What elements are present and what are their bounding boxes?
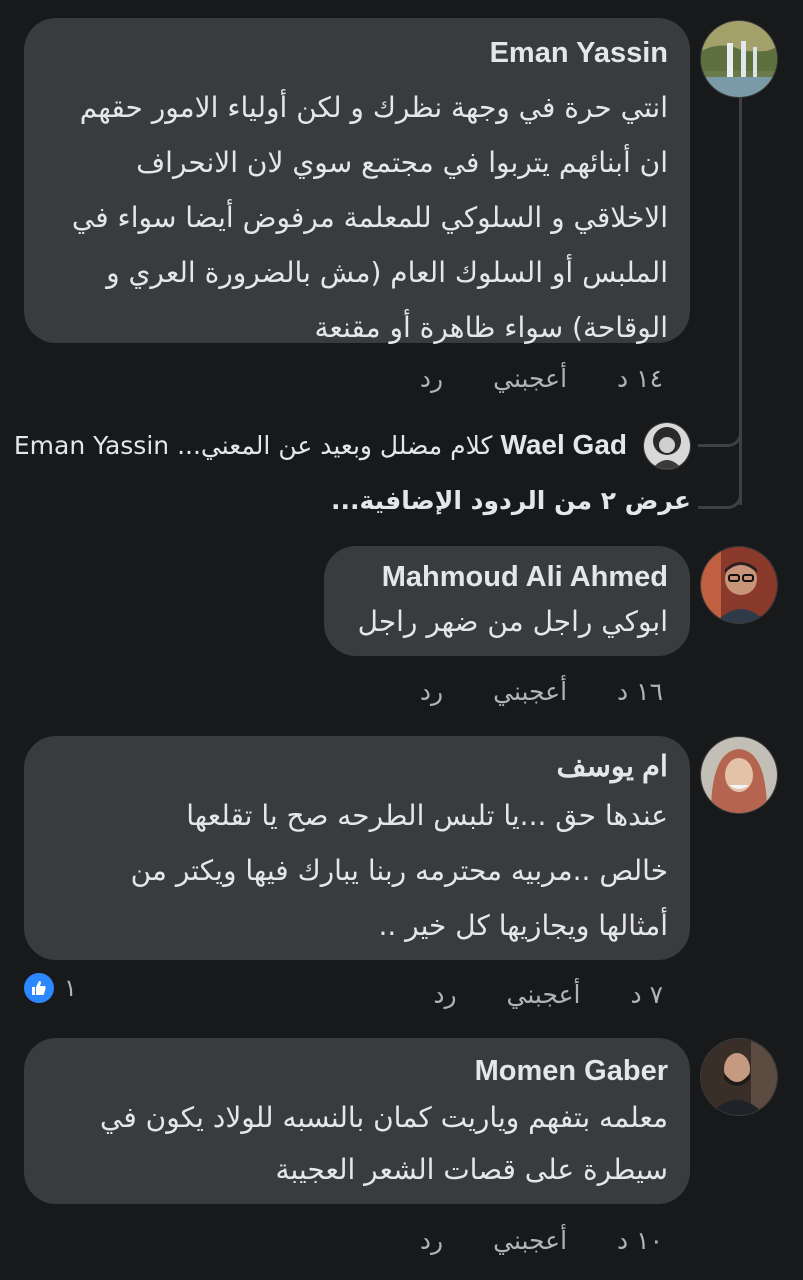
reply-button[interactable]: رد bbox=[420, 364, 443, 393]
reaction-summary[interactable]: ١ bbox=[24, 972, 77, 1004]
reply-author[interactable]: Wael Gad bbox=[500, 429, 627, 460]
comment-actions: ١٠ د أعجبني رد bbox=[420, 1226, 663, 1255]
comment-author[interactable]: ام يوسف bbox=[46, 750, 668, 784]
like-button[interactable]: أعجبني bbox=[493, 677, 567, 706]
comment-bubble-umm-youssef: ام يوسف عندها حق ...يا تلبس الطرحه صح يا… bbox=[24, 736, 690, 960]
comment-bubble-momen-gaber: Momen Gaber معلمه بتفهم وياريت كمان بالن… bbox=[24, 1038, 690, 1204]
woman-hijab-avatar-icon bbox=[701, 737, 777, 813]
comment-author[interactable]: Eman Yassin bbox=[46, 36, 668, 70]
waterfall-avatar-icon bbox=[701, 21, 777, 97]
thread-line-vertical bbox=[739, 95, 742, 505]
comment-text: معلمه بتفهم وياريت كمان بالنسبه للولاد ي… bbox=[100, 1101, 668, 1186]
comment-actions: ١٤ د أعجبني رد bbox=[420, 364, 663, 393]
avatar-mahmoud-ali-ahmed[interactable] bbox=[700, 546, 778, 624]
avatar-wael-gad[interactable] bbox=[643, 422, 691, 470]
comment-time[interactable]: ١٤ د bbox=[617, 364, 663, 393]
comment-text: انتي حرة في وجهة نظرك و لكن أولياء الامو… bbox=[71, 91, 668, 344]
reply-button[interactable]: رد bbox=[420, 1226, 443, 1255]
man-glasses-avatar-icon bbox=[701, 547, 777, 623]
reply-button[interactable]: رد bbox=[433, 980, 456, 1009]
like-button[interactable]: أعجبني bbox=[507, 980, 581, 1009]
avatar-umm-youssef[interactable] bbox=[700, 736, 778, 814]
comment-bubble-eman-yassin: Eman Yassin انتي حرة في وجهة نظرك و لكن … bbox=[24, 18, 690, 344]
comment-actions: ٧ د أعجبني رد bbox=[433, 980, 663, 1009]
view-more-replies-link[interactable]: عرض ٢ من الردود الإضافية... bbox=[331, 484, 691, 518]
comment-author[interactable]: Mahmoud Ali Ahmed bbox=[346, 560, 668, 594]
like-button[interactable]: أعجبني bbox=[493, 364, 567, 393]
reply-text: كلام مضلل وبعيد عن المعني... Eman Yassin bbox=[13, 431, 493, 460]
like-thumb-icon bbox=[24, 973, 54, 1003]
comment-time[interactable]: ١٠ د bbox=[617, 1226, 663, 1255]
comment-text: ابوكي راجل من ضهر راجل bbox=[357, 605, 668, 638]
reaction-count: ١ bbox=[64, 974, 77, 1002]
reply-button[interactable]: رد bbox=[420, 677, 443, 706]
like-button[interactable]: أعجبني bbox=[493, 1226, 567, 1255]
comment-bubble-mahmoud-ali-ahmed: Mahmoud Ali Ahmed ابوكي راجل من ضهر راجل bbox=[324, 546, 690, 656]
avatar-momen-gaber[interactable] bbox=[700, 1038, 778, 1116]
thread-line-branch-more bbox=[698, 460, 742, 509]
illustrated-portrait-avatar-icon bbox=[644, 423, 690, 469]
comment-actions: ١٦ د أعجبني رد bbox=[420, 677, 663, 706]
comment-text: عندها حق ...يا تلبس الطرحه صح يا تقلعها … bbox=[130, 799, 668, 942]
comment-time[interactable]: ٧ د bbox=[630, 980, 663, 1009]
comment-time[interactable]: ١٦ د bbox=[617, 677, 663, 706]
man-beard-avatar-icon bbox=[701, 1039, 777, 1115]
avatar-eman-yassin[interactable] bbox=[700, 20, 778, 98]
thread-line-branch-reply bbox=[698, 400, 742, 447]
reply-preview[interactable]: Wael Gadكلام مضلل وبعيد عن المعني... Ema… bbox=[14, 428, 627, 463]
comment-author[interactable]: Momen Gaber bbox=[46, 1054, 668, 1088]
